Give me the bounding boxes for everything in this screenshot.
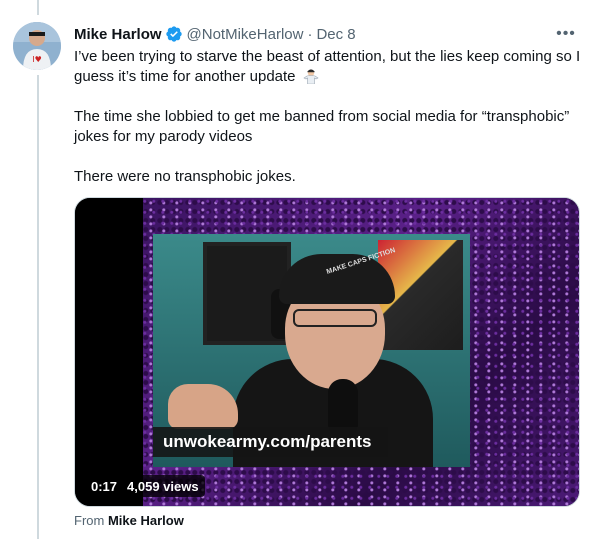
- overlay-banner: unwokearmy.com/parents: [153, 427, 388, 457]
- avatar[interactable]: I♥: [13, 22, 61, 70]
- video-info-badge: 0:17 4,059 views: [85, 475, 205, 497]
- video-time: 0:17: [91, 478, 118, 494]
- video-letterbox: [75, 198, 143, 506]
- tweet-paragraph-2: The time she lobbied to get me banned fr…: [74, 108, 570, 145]
- avatar-image: I♥: [13, 22, 61, 70]
- view-count: 4,059 views: [127, 478, 199, 494]
- cap: [279, 254, 395, 304]
- tweet-paragraph-3: There were no transphobic jokes.: [74, 168, 296, 185]
- tweet-date[interactable]: Dec 8: [316, 26, 355, 43]
- hand: [168, 384, 238, 429]
- tweet-text: I’ve been trying to starve the beast of …: [74, 47, 586, 187]
- thread-line-top: [37, 0, 39, 15]
- video-source: From Mike Harlow: [74, 513, 184, 528]
- author-handle[interactable]: @NotMikeHarlow: [187, 26, 304, 43]
- video-player[interactable]: MAKE CAPS FICTION unwokearmy.com/parents…: [74, 197, 580, 507]
- thread-line: [37, 75, 39, 539]
- person-shrugging-emoji-icon: [302, 68, 320, 85]
- svg-text:I♥: I♥: [32, 55, 42, 64]
- source-name[interactable]: Mike Harlow: [108, 513, 184, 528]
- tweet-header: Mike Harlow @NotMikeHarlow · Dec 8 •••: [74, 23, 582, 45]
- tweet-paragraph-1: I’ve been trying to starve the beast of …: [74, 48, 581, 85]
- more-horizontal-icon[interactable]: •••: [554, 22, 578, 46]
- verified-icon: [165, 25, 183, 43]
- author-name[interactable]: Mike Harlow: [74, 26, 162, 43]
- separator-dot: ·: [307, 25, 313, 43]
- video-frame: MAKE CAPS FICTION unwokearmy.com/parents: [153, 234, 470, 467]
- source-prefix: From: [74, 513, 105, 528]
- glasses: [293, 309, 377, 327]
